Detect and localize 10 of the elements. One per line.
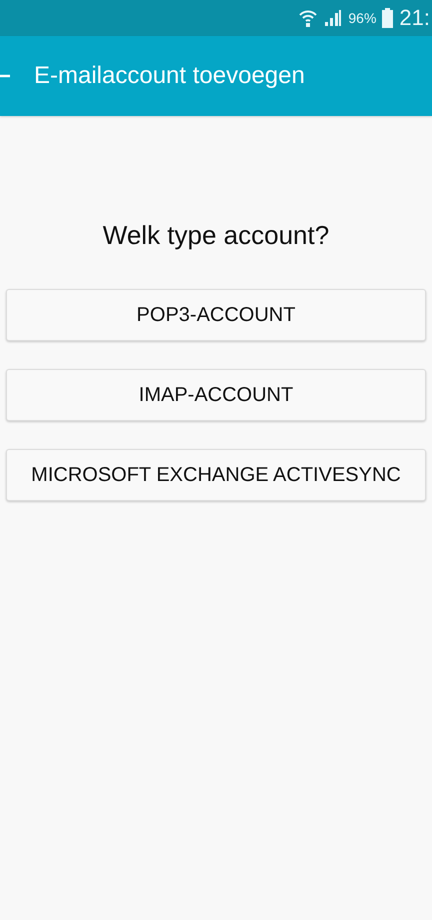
wifi-icon <box>298 8 318 28</box>
battery-icon <box>382 8 394 28</box>
battery-percentage: 96% <box>348 10 376 26</box>
account-type-button[interactable]: MICROSOFT EXCHANGE ACTIVESYNC <box>6 449 426 501</box>
heading: Welk type account? <box>102 220 330 251</box>
signal-icon <box>324 9 342 27</box>
account-type-button[interactable]: IMAP-ACCOUNT <box>6 369 426 421</box>
clock: 21: <box>399 5 430 31</box>
account-type-button[interactable]: POP3-ACCOUNT <box>6 289 426 341</box>
app-bar-title: E-mailaccount toevoegen <box>34 62 305 90</box>
